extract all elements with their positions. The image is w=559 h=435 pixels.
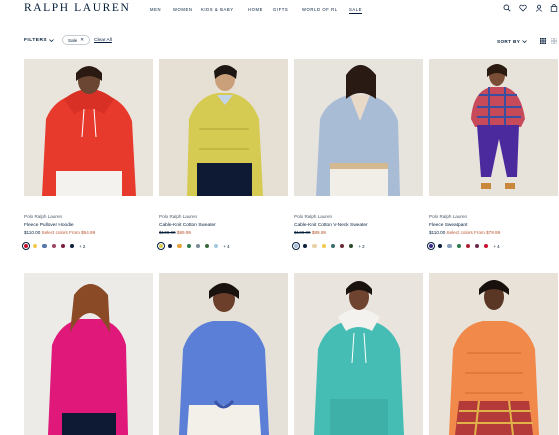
product-name[interactable]: Fleece Sweatpant: [429, 223, 467, 228]
product-card[interactable]: Polo Ralph Lauren Cable-Knit Cotton Swea…: [156, 59, 288, 259]
product-brand: Polo Ralph Lauren: [294, 214, 333, 219]
color-swatch[interactable]: [291, 241, 301, 251]
product-card[interactable]: [429, 273, 558, 435]
chevron-down-icon: [49, 39, 54, 42]
main-nav: MEN WOMEN KIDS & BABY HOME GIFTS WORLD O…: [0, 7, 559, 17]
nav-item-kids-baby[interactable]: KIDS & BABY: [201, 7, 234, 12]
color-swatch[interactable]: [42, 243, 47, 249]
nav-item-world-of-rl[interactable]: WORLD OF RL: [302, 7, 338, 12]
product-image[interactable]: [294, 273, 423, 435]
product-name[interactable]: Cable-Knit Cotton Sweater: [159, 223, 216, 228]
color-swatch[interactable]: [312, 243, 317, 249]
more-colors-count[interactable]: + 2: [79, 244, 85, 249]
product-card[interactable]: [294, 273, 423, 435]
product-card[interactable]: [24, 273, 153, 435]
product-image[interactable]: [159, 59, 288, 196]
regular-price: $110.00: [429, 230, 446, 235]
chevron-down-icon: [522, 40, 527, 44]
sale-price: $89.99: [311, 230, 326, 235]
color-swatch[interactable]: [456, 243, 461, 249]
filter-chip-sale[interactable]: Sale ✕: [62, 35, 91, 45]
color-swatch[interactable]: [195, 243, 200, 249]
color-swatches: + 2: [21, 241, 85, 251]
site-header: RALPH LAUREN MEN WOMEN KIDS & BABY HOME …: [0, 0, 559, 22]
filter-bar: FILTERS Sale ✕ Clear All SORT BY: [0, 34, 559, 48]
color-swatch[interactable]: [447, 243, 452, 249]
color-swatch[interactable]: [465, 243, 470, 249]
large-grid-view-icon[interactable]: [551, 38, 557, 44]
product-name[interactable]: Fleece Pullover Hoodie: [24, 223, 74, 228]
color-swatch[interactable]: [474, 243, 480, 249]
product-price: $110.00 Select colors From $79.99: [429, 230, 500, 235]
sale-price: Select colors From $54.99: [41, 230, 96, 235]
regular-price: $110.00: [24, 230, 41, 235]
nav-item-sale[interactable]: SALE: [349, 7, 363, 14]
sort-by-button[interactable]: SORT BY: [497, 39, 527, 44]
product-brand: Polo Ralph Lauren: [24, 214, 63, 219]
product-image[interactable]: [159, 273, 288, 435]
color-swatch[interactable]: [156, 241, 166, 251]
product-image[interactable]: [24, 59, 153, 196]
filters-button[interactable]: FILTERS: [24, 38, 54, 43]
product-price: $138.00 $89.99: [159, 230, 191, 235]
product-image[interactable]: [24, 273, 153, 435]
color-swatch[interactable]: [21, 241, 31, 251]
color-swatch[interactable]: [204, 243, 210, 249]
color-swatch[interactable]: [168, 243, 173, 249]
color-swatch[interactable]: [484, 243, 489, 249]
color-swatches: + 4: [426, 241, 500, 251]
color-swatch[interactable]: [330, 243, 335, 249]
nav-item-women[interactable]: WOMEN: [173, 7, 193, 12]
color-swatch[interactable]: [426, 241, 436, 251]
more-colors-count[interactable]: + 4: [223, 244, 229, 249]
product-card[interactable]: Polo Ralph Lauren Fleece Sweatpant $110.…: [426, 59, 558, 259]
bag-icon[interactable]: [550, 4, 558, 12]
clear-all-link[interactable]: Clear All: [94, 38, 112, 43]
color-swatch[interactable]: [69, 243, 75, 249]
product-image[interactable]: [429, 59, 558, 196]
product-brand: Polo Ralph Lauren: [429, 214, 468, 219]
filters-label: FILTERS: [24, 38, 48, 43]
close-icon[interactable]: ✕: [80, 37, 84, 43]
more-colors-count[interactable]: + 4: [493, 244, 499, 249]
search-icon[interactable]: [503, 4, 511, 12]
color-swatches: + 4: [156, 241, 230, 251]
color-swatch[interactable]: [60, 243, 65, 249]
color-swatch[interactable]: [33, 243, 38, 249]
color-swatch[interactable]: [51, 243, 56, 249]
color-swatch[interactable]: [438, 243, 443, 249]
product-image[interactable]: [294, 59, 423, 196]
color-swatch[interactable]: [186, 243, 191, 249]
grid-view-icon[interactable]: [540, 38, 546, 44]
sale-price: Select colors From $79.99: [446, 230, 501, 235]
color-swatch[interactable]: [303, 243, 308, 249]
product-card[interactable]: [159, 273, 288, 435]
product-card[interactable]: Polo Ralph Lauren Fleece Pullover Hoodie…: [21, 59, 153, 259]
color-swatch[interactable]: [349, 243, 354, 249]
color-swatch[interactable]: [321, 243, 326, 249]
original-price: $138.00: [294, 230, 311, 235]
color-swatch[interactable]: [177, 243, 182, 249]
product-name[interactable]: Cable-Knit Cotton V-Neck Sweater: [294, 223, 368, 228]
color-swatch[interactable]: [339, 243, 345, 249]
product-brand: Polo Ralph Lauren: [159, 214, 198, 219]
product-image[interactable]: [429, 273, 558, 435]
nav-item-men[interactable]: MEN: [150, 7, 161, 12]
more-colors-count[interactable]: + 2: [358, 244, 364, 249]
product-price: $138.00 $89.99: [294, 230, 326, 235]
sale-price: $89.99: [176, 230, 191, 235]
color-swatch[interactable]: [214, 243, 219, 249]
sort-by-label: SORT BY: [497, 39, 521, 44]
product-price: $110.00 Select colors From $54.99: [24, 230, 95, 235]
original-price: $138.00: [159, 230, 176, 235]
heart-icon[interactable]: [519, 4, 527, 12]
nav-item-gifts[interactable]: GIFTS: [273, 7, 288, 12]
color-swatches: + 2: [291, 241, 365, 251]
account-icon[interactable]: [535, 4, 543, 12]
chip-label: Sale: [68, 37, 78, 43]
product-card[interactable]: Polo Ralph Lauren Cable-Knit Cotton V-Ne…: [291, 59, 423, 259]
nav-item-home[interactable]: HOME: [248, 7, 263, 12]
